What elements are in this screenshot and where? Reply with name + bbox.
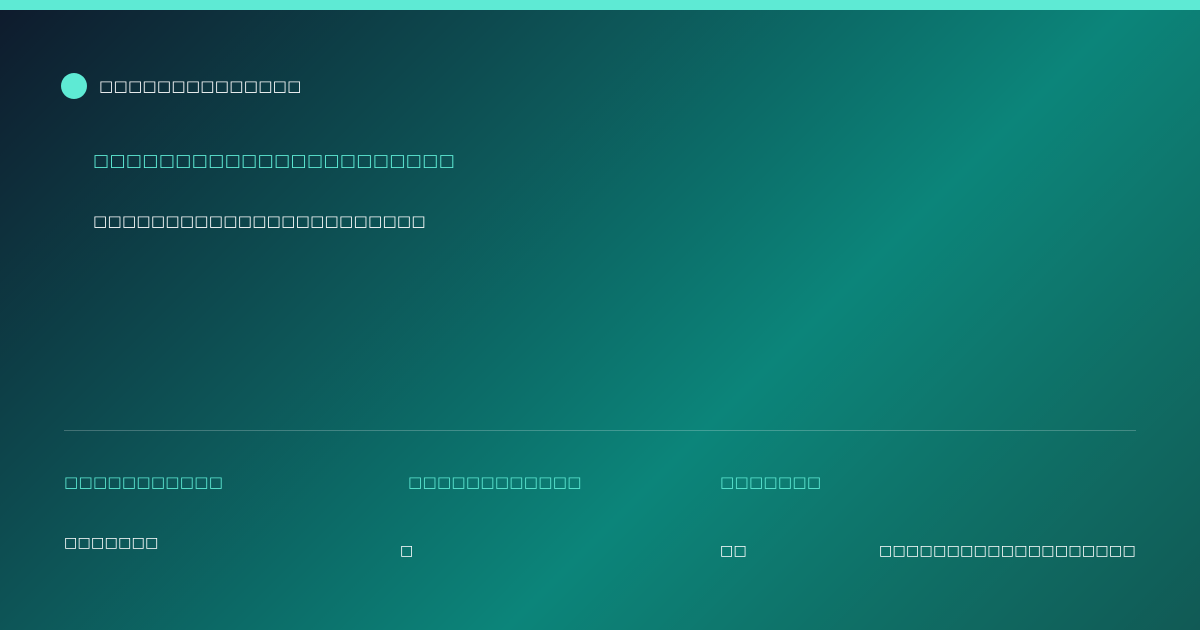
stat-value-2: □ bbox=[400, 543, 414, 559]
footer-note: □□□□□□□□□□□□□□□□□□□ bbox=[878, 543, 1136, 559]
subline: □□□□□□□□□□□□□□□□□□□□□□□ bbox=[93, 212, 426, 230]
stat-value-1: □□□□□□□ bbox=[64, 535, 159, 551]
brand: □□□□□□□□□□□□□□ bbox=[61, 73, 302, 99]
stat-label-1: □□□□□□□□□□□ bbox=[64, 473, 224, 491]
brand-dot-icon bbox=[61, 73, 87, 99]
divider bbox=[64, 430, 1136, 431]
top-accent-bar bbox=[0, 0, 1200, 10]
stat-value-3: □□ bbox=[720, 543, 748, 559]
share-card: □□□□□□□□□□□□□□ □□□□□□□□□□□□□□□□□□□□□□ □□… bbox=[0, 0, 1200, 630]
brand-name: □□□□□□□□□□□□□□ bbox=[99, 77, 302, 95]
stat-label-2: □□□□□□□□□□□□ bbox=[408, 473, 582, 491]
stat-label-3: □□□□□□□ bbox=[720, 473, 822, 491]
headline: □□□□□□□□□□□□□□□□□□□□□□ bbox=[93, 151, 456, 171]
